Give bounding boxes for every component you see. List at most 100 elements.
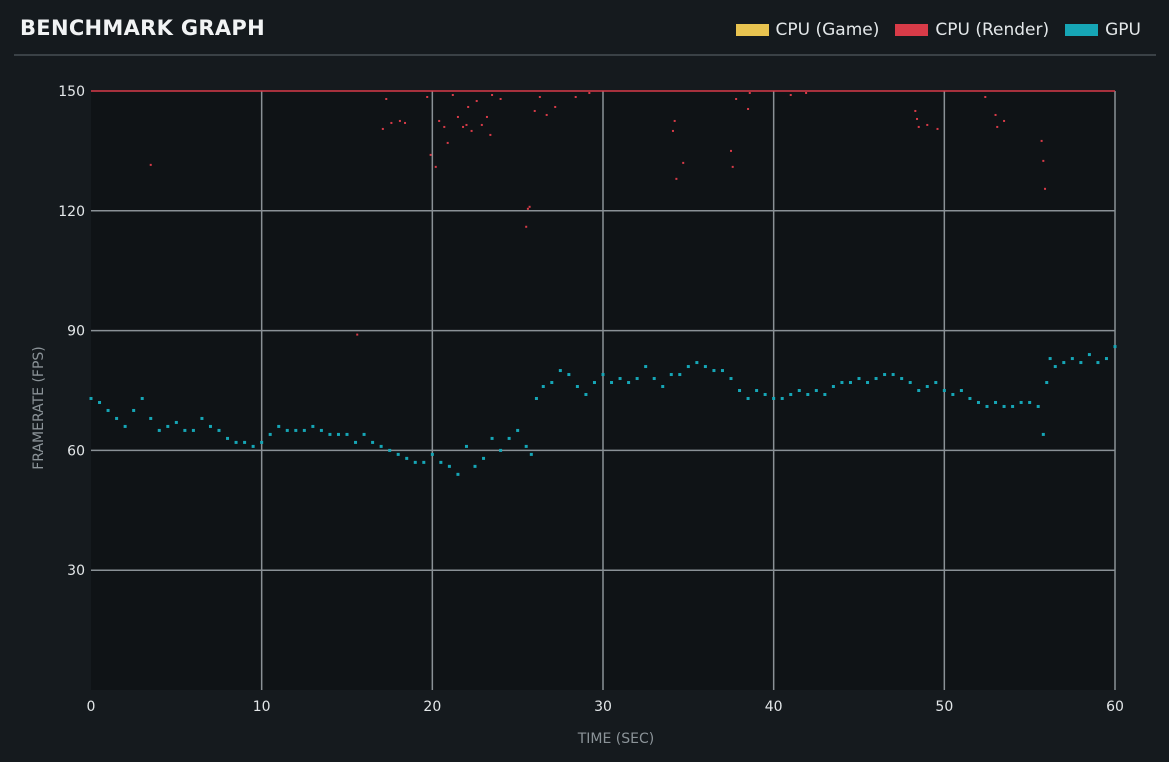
data-point-cpu-render — [730, 149, 732, 152]
data-point-gpu — [1070, 357, 1074, 361]
data-point-gpu — [772, 396, 776, 400]
data-point-cpu-render — [451, 93, 454, 96]
data-point-cpu-render — [936, 127, 939, 130]
data-point-gpu — [814, 389, 818, 392]
data-point-gpu — [780, 396, 784, 400]
data-point-gpu — [388, 448, 392, 452]
data-point-gpu — [627, 381, 631, 385]
data-point-gpu — [618, 377, 622, 381]
data-point-gpu — [319, 428, 323, 432]
data-point-gpu — [823, 392, 827, 396]
data-point-cpu-render — [398, 119, 401, 122]
data-point-gpu — [755, 389, 759, 392]
data-point-gpu — [1028, 400, 1032, 404]
data-point-cpu-render — [485, 115, 488, 118]
data-point-cpu-render — [731, 165, 734, 168]
y-tick-label: 150 — [58, 84, 85, 100]
data-point-gpu — [362, 432, 366, 436]
x-tick-label: 50 — [935, 699, 953, 715]
data-point-gpu — [1079, 361, 1083, 365]
data-point-gpu — [174, 420, 178, 424]
data-point-cpu-render — [996, 125, 999, 128]
data-point-gpu — [976, 400, 980, 404]
data-point-gpu — [610, 381, 614, 385]
data-point-gpu — [473, 464, 477, 468]
data-point-gpu — [994, 400, 998, 404]
data-point-cpu-render — [465, 123, 468, 126]
data-point-gpu — [763, 392, 767, 396]
data-point-gpu — [703, 365, 707, 369]
x-tick-label: 40 — [765, 699, 783, 715]
data-point-cpu-render — [443, 125, 446, 128]
data-point-gpu — [1104, 357, 1108, 361]
data-point-gpu — [917, 389, 921, 392]
data-point-gpu — [413, 460, 417, 464]
data-point-cpu-render — [385, 97, 388, 100]
data-point-cpu-render — [456, 115, 459, 118]
data-point-cpu-render — [588, 91, 591, 94]
data-point-gpu — [1041, 432, 1045, 436]
data-point-gpu — [1019, 400, 1023, 404]
data-point-gpu — [507, 436, 511, 440]
data-point-gpu — [226, 436, 230, 440]
data-point-gpu — [592, 381, 596, 385]
data-point-cpu-render — [489, 133, 492, 136]
data-point-cpu-render — [462, 125, 465, 128]
data-point-gpu — [89, 396, 93, 400]
data-point-gpu — [243, 440, 247, 444]
data-point-gpu — [345, 432, 349, 436]
data-point-gpu — [260, 440, 264, 444]
data-point-gpu — [115, 416, 119, 420]
data-point-cpu-render — [446, 141, 449, 144]
data-point-gpu — [285, 428, 289, 432]
data-point-gpu — [1011, 404, 1015, 408]
data-point-cpu-render — [429, 153, 432, 156]
data-point-gpu — [874, 377, 878, 381]
data-point-gpu — [482, 456, 486, 460]
data-point-gpu — [208, 424, 212, 428]
data-point-gpu — [644, 365, 648, 369]
data-point-gpu — [857, 377, 861, 381]
data-point-gpu — [866, 381, 870, 385]
data-point-gpu — [336, 432, 340, 436]
data-point-gpu — [840, 381, 844, 385]
data-point-cpu-render — [545, 113, 548, 116]
data-point-gpu — [959, 389, 963, 392]
data-point-gpu — [1048, 357, 1052, 361]
data-point-cpu-render — [747, 107, 750, 110]
data-point-gpu — [464, 444, 468, 448]
data-point-gpu — [396, 452, 400, 456]
data-point-gpu — [908, 381, 912, 385]
data-point-cpu-render — [916, 117, 919, 120]
data-point-cpu-render — [404, 121, 407, 124]
data-point-gpu — [567, 373, 571, 377]
data-point-gpu — [534, 396, 538, 400]
data-point-gpu — [891, 373, 895, 377]
data-point-gpu — [123, 424, 127, 428]
data-point-cpu-render — [528, 205, 531, 208]
data-point-gpu — [550, 381, 554, 385]
data-point-cpu-render — [1040, 139, 1043, 142]
data-point-gpu — [422, 460, 426, 464]
data-point-gpu — [217, 428, 221, 432]
data-point-gpu — [1113, 345, 1117, 349]
data-point-cpu-render — [480, 123, 483, 126]
data-point-gpu — [1053, 365, 1057, 369]
data-point-gpu — [601, 373, 605, 377]
data-point-gpu — [157, 428, 161, 432]
data-point-gpu — [354, 440, 358, 444]
data-point-gpu — [848, 381, 852, 385]
data-point-gpu — [98, 400, 102, 404]
data-point-gpu — [1062, 361, 1066, 365]
data-point-gpu — [140, 396, 144, 400]
data-point-gpu — [200, 416, 204, 420]
x-tick-label: 10 — [253, 699, 271, 715]
data-point-cpu-render — [149, 163, 152, 166]
data-point-gpu — [234, 440, 238, 444]
x-tick-label: 30 — [594, 699, 612, 715]
x-tick-label: 60 — [1106, 699, 1124, 715]
data-point-cpu-render — [1042, 159, 1045, 162]
y-axis-label: FRAMERATE (FPS) — [31, 346, 47, 470]
data-point-cpu-render — [984, 95, 987, 98]
data-point-gpu — [1002, 404, 1006, 408]
